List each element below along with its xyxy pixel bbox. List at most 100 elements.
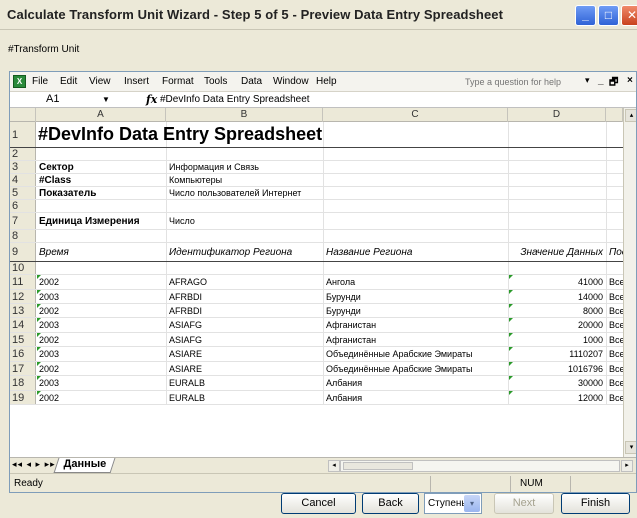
back-button[interactable]: Back — [362, 493, 419, 514]
column-header-b[interactable]: B — [166, 108, 323, 122]
cell-d[interactable] — [508, 187, 606, 199]
row-header[interactable]: 11 — [10, 275, 36, 289]
row-header[interactable]: 7 — [10, 213, 36, 229]
help-dropdown-icon[interactable]: ▾ — [585, 75, 590, 86]
cell-a[interactable]: 2002 — [36, 275, 166, 289]
menu-edit[interactable]: Edit — [60, 76, 77, 87]
cell-c[interactable] — [323, 161, 508, 173]
row-header[interactable]: 18 — [10, 376, 36, 390]
cell-d[interactable] — [508, 174, 606, 186]
name-box[interactable]: A1 — [46, 93, 59, 105]
step-select[interactable]: Ступень 5 ▾ — [424, 493, 482, 514]
cell-d[interactable]: 41000 — [508, 275, 606, 289]
cell-d[interactable]: 1000 — [508, 333, 606, 346]
cell-c[interactable]: Объединённые Арабские Эмираты — [323, 362, 508, 375]
cell-e[interactable]: Всег — [606, 290, 623, 303]
cell-c[interactable] — [323, 174, 508, 186]
cell-a[interactable]: 2003 — [36, 290, 166, 303]
row-header[interactable]: 6 — [10, 200, 36, 212]
mdi-close-icon[interactable]: × — [627, 75, 633, 86]
cell-c[interactable] — [323, 148, 508, 160]
next-button[interactable]: Next — [494, 493, 554, 514]
cell-e[interactable] — [606, 174, 623, 186]
cell-d[interactable]: 12000 — [508, 391, 606, 404]
cell-b[interactable]: AFRBDI — [166, 304, 323, 317]
cell-e[interactable]: Всег — [606, 391, 623, 404]
cell-d[interactable] — [508, 200, 606, 212]
cell-a[interactable]: #Class — [36, 174, 166, 186]
finish-button[interactable]: Finish — [561, 493, 630, 514]
row-header[interactable]: 17 — [10, 362, 36, 375]
row-header[interactable]: 8 — [10, 230, 36, 242]
menu-file[interactable]: File — [32, 76, 48, 87]
cell-c[interactable] — [323, 262, 508, 274]
cell-e[interactable] — [606, 262, 623, 274]
cell-a[interactable] — [36, 262, 166, 274]
cell-a[interactable]: 2002 — [36, 391, 166, 404]
menu-tools[interactable]: Tools — [204, 76, 227, 87]
row-header[interactable]: 12 — [10, 290, 36, 303]
mdi-minimize-icon[interactable]: _ — [598, 75, 604, 86]
cell-e[interactable]: Всег — [606, 376, 623, 390]
cell-d[interactable]: 1110207 — [508, 347, 606, 361]
cell-b[interactable]: ASIAFG — [166, 333, 323, 346]
row-header[interactable]: 4 — [10, 174, 36, 186]
cell-e[interactable]: Всег — [606, 304, 623, 317]
function-icon[interactable]: fx — [146, 93, 157, 106]
sheet-tab-data[interactable]: Данные — [53, 458, 116, 473]
close-button[interactable]: ✕ — [621, 5, 637, 26]
cell-a[interactable] — [36, 230, 166, 242]
cell-d[interactable]: Значение Данных — [508, 243, 606, 261]
row-header[interactable]: 15 — [10, 333, 36, 346]
cell-b[interactable] — [166, 230, 323, 242]
namebox-dropdown-icon[interactable]: ▼ — [102, 95, 110, 104]
cell-b[interactable]: Компьютеры — [166, 174, 323, 186]
mdi-restore-icon[interactable]: 🗗 — [609, 75, 618, 92]
cell-e[interactable] — [606, 187, 623, 199]
maximize-button[interactable]: □ — [598, 5, 619, 26]
cell-b[interactable] — [166, 262, 323, 274]
cancel-button[interactable]: Cancel — [281, 493, 356, 514]
cell-c[interactable]: Ангола — [323, 275, 508, 289]
cell-b[interactable]: ASIARE — [166, 347, 323, 361]
cell-a[interactable] — [36, 200, 166, 212]
cell-d[interactable]: 14000 — [508, 290, 606, 303]
cell-e[interactable]: Всег — [606, 275, 623, 289]
cell-c[interactable]: Бурунди — [323, 290, 508, 303]
cell-b[interactable]: AFRBDI — [166, 290, 323, 303]
column-header-d[interactable]: D — [508, 108, 606, 122]
cell-b[interactable]: Информация и Связь — [166, 161, 323, 173]
select-all-corner[interactable] — [10, 108, 36, 122]
sheet-heading-cell[interactable]: #DevInfo Data Entry Spreadsheet — [36, 122, 623, 147]
cell-b[interactable]: ASIARE — [166, 362, 323, 375]
menu-help[interactable]: Help — [316, 76, 337, 87]
hscroll-right-icon[interactable]: ▸ — [621, 460, 633, 472]
cell-c[interactable] — [323, 200, 508, 212]
cell-b[interactable] — [166, 200, 323, 212]
cell-e[interactable] — [606, 148, 623, 160]
cell-e[interactable]: Всег — [606, 333, 623, 346]
cell-a[interactable]: Показатель — [36, 187, 166, 199]
row-header[interactable]: 9 — [10, 243, 36, 261]
row-header[interactable]: 16 — [10, 347, 36, 361]
scroll-down-icon[interactable]: ▾ — [625, 441, 636, 454]
cell-a[interactable]: Единица Измерения — [36, 213, 166, 229]
row-header[interactable]: 14 — [10, 318, 36, 332]
minimize-button[interactable]: _ — [575, 5, 596, 26]
scroll-up-icon[interactable]: ▴ — [625, 109, 636, 122]
cell-d[interactable] — [508, 230, 606, 242]
column-header-c[interactable]: C — [323, 108, 508, 122]
cell-d[interactable]: 20000 — [508, 318, 606, 332]
cell-b[interactable]: AFRAGO — [166, 275, 323, 289]
cell-a[interactable] — [36, 148, 166, 160]
cell-c[interactable]: Бурунди — [323, 304, 508, 317]
formula-content[interactable]: #DevInfo Data Entry Spreadsheet — [160, 94, 310, 105]
cell-c[interactable] — [323, 187, 508, 199]
menu-data[interactable]: Data — [241, 76, 262, 87]
cell-e[interactable] — [606, 200, 623, 212]
cell-b[interactable]: Число — [166, 213, 323, 229]
cell-d[interactable] — [508, 161, 606, 173]
cell-a[interactable]: 2002 — [36, 304, 166, 317]
cell-e[interactable]: Под — [606, 243, 623, 261]
cell-a[interactable]: 2002 — [36, 362, 166, 375]
